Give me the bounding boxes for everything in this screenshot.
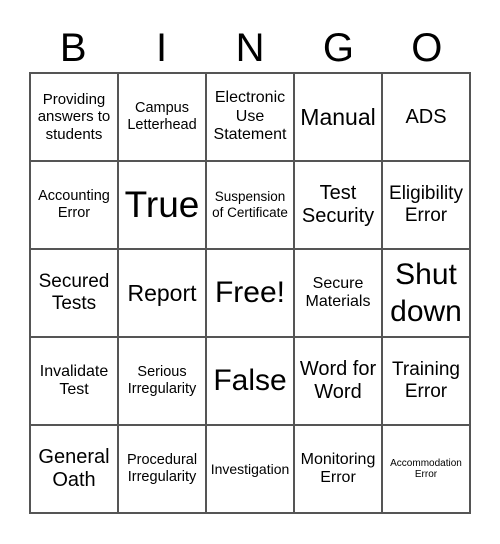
bingo-cell[interactable]: Test Security (294, 161, 382, 249)
header-letter-i: I (156, 26, 168, 70)
bingo-cell[interactable]: Word for Word (294, 337, 382, 425)
bingo-grid: Providing answers to students Campus Let… (29, 72, 471, 514)
bingo-cell[interactable]: Investigation (206, 425, 294, 513)
bingo-cell[interactable]: Secure Materials (294, 249, 382, 337)
bingo-cell[interactable]: Invalidate Test (30, 337, 118, 425)
header-letter-n: N (235, 26, 265, 70)
bingo-cell[interactable]: Serious Irregularity (118, 337, 206, 425)
bingo-cell[interactable]: Secured Tests (30, 249, 118, 337)
header-letter-g: G (322, 26, 354, 70)
bingo-header: B I N G O (29, 24, 471, 72)
bingo-cell[interactable]: General Oath (30, 425, 118, 513)
bingo-cell[interactable]: False (206, 337, 294, 425)
bingo-cell[interactable]: Accommodation Error (382, 425, 470, 513)
bingo-cell[interactable]: Electronic Use Statement (206, 73, 294, 161)
bingo-cell[interactable]: ADS (382, 73, 470, 161)
header-letter-b: B (59, 26, 87, 70)
free-space[interactable]: Free! (206, 249, 294, 337)
bingo-cell[interactable]: Shut down (382, 249, 470, 337)
bingo-cell[interactable]: Training Error (382, 337, 470, 425)
bingo-cell[interactable]: Eligibility Error (382, 161, 470, 249)
bingo-cell[interactable]: Monitoring Error (294, 425, 382, 513)
bingo-cell[interactable]: Campus Letterhead (118, 73, 206, 161)
bingo-cell[interactable]: Report (118, 249, 206, 337)
bingo-cell[interactable]: Accounting Error (30, 161, 118, 249)
header-letter-o: O (411, 26, 443, 70)
bingo-cell[interactable]: Suspension of Certificate (206, 161, 294, 249)
bingo-cell[interactable]: Procedural Irregularity (118, 425, 206, 513)
bingo-cell[interactable]: Providing answers to students (30, 73, 118, 161)
bingo-cell[interactable]: True (118, 161, 206, 249)
bingo-cell[interactable]: Manual (294, 73, 382, 161)
